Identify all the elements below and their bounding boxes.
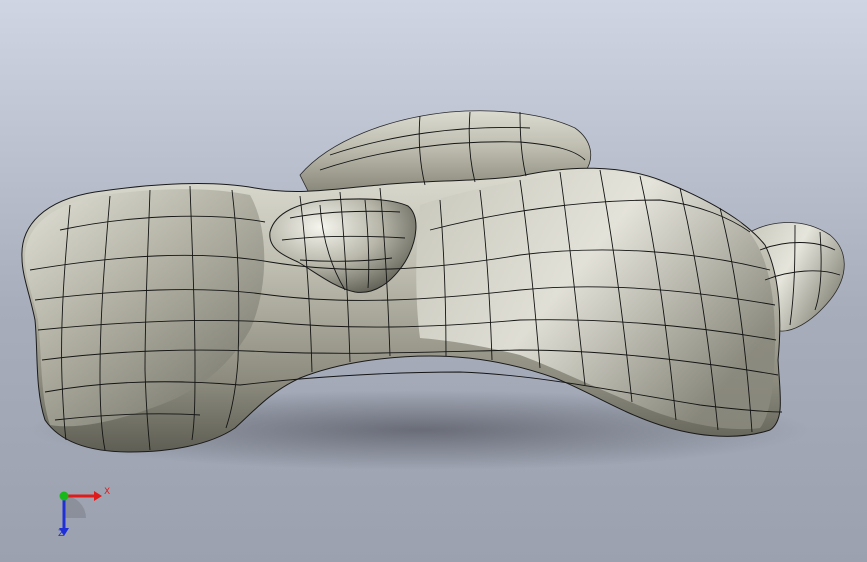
x-axis-arrowhead <box>94 491 102 501</box>
triad-plane-shading <box>64 496 86 518</box>
x-axis-label: X <box>104 487 111 497</box>
y-axis-dot <box>59 491 69 501</box>
graphics-viewport[interactable]: X Z <box>0 0 867 562</box>
z-axis-label: Z <box>58 529 65 539</box>
axis-triad: X Z <box>46 482 116 544</box>
3d-model-mesh[interactable] <box>0 0 867 562</box>
